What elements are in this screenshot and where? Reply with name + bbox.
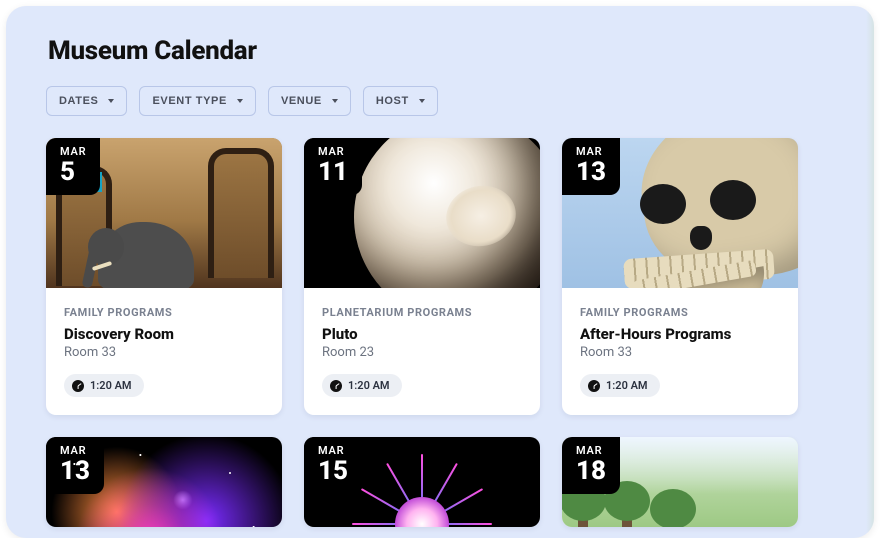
event-time: 1:20 AM: [348, 379, 390, 392]
event-body: FAMILY PROGRAMS After-Hours Programs Roo…: [562, 288, 798, 415]
event-category: PLANETARIUM PROGRAMS: [322, 306, 522, 319]
event-grid: MAR 5 FAMILY PROGRAMS Discovery Room Roo…: [46, 138, 856, 527]
page-title: Museum Calendar: [48, 36, 856, 66]
filter-label: VENUE: [281, 95, 322, 107]
filter-label: DATES: [59, 95, 98, 107]
date-day: 5: [60, 159, 86, 185]
date-day: 15: [318, 458, 348, 484]
event-room: Room 33: [64, 345, 264, 360]
date-badge: MAR 11: [304, 138, 362, 195]
event-image: MAR 15: [304, 437, 540, 527]
filter-row: DATES EVENT TYPE VENUE HOST: [46, 86, 856, 116]
event-card[interactable]: MAR 15: [304, 437, 540, 527]
filter-label: HOST: [376, 95, 409, 107]
event-image: MAR 13: [46, 437, 282, 527]
event-time: 1:20 AM: [606, 379, 648, 392]
event-title: Discovery Room: [64, 325, 264, 343]
filter-label: EVENT TYPE: [152, 95, 226, 107]
date-day: 13: [576, 159, 606, 185]
filter-host[interactable]: HOST: [363, 86, 438, 116]
date-month: MAR: [576, 146, 606, 157]
date-month: MAR: [60, 445, 90, 456]
chevron-down-icon: [237, 99, 243, 103]
event-image: MAR 18: [562, 437, 798, 527]
chevron-down-icon: [332, 99, 338, 103]
date-month: MAR: [318, 445, 348, 456]
clock-icon: [588, 380, 600, 392]
event-room: Room 33: [580, 345, 780, 360]
event-body: PLANETARIUM PROGRAMS Pluto Room 23 1:20 …: [304, 288, 540, 415]
event-image: MAR 11: [304, 138, 540, 288]
date-day: 13: [60, 458, 90, 484]
event-card[interactable]: MAR 5 FAMILY PROGRAMS Discovery Room Roo…: [46, 138, 282, 415]
date-badge: MAR 13: [562, 138, 620, 195]
chevron-down-icon: [108, 99, 114, 103]
event-time-pill: 1:20 AM: [580, 374, 660, 397]
event-category: FAMILY PROGRAMS: [580, 306, 780, 319]
date-month: MAR: [576, 445, 606, 456]
event-card[interactable]: MAR 18: [562, 437, 798, 527]
event-room: Room 23: [322, 345, 522, 360]
event-category: FAMILY PROGRAMS: [64, 306, 264, 319]
clock-icon: [330, 380, 342, 392]
date-badge: MAR 18: [562, 437, 620, 494]
date-badge: MAR 15: [304, 437, 362, 494]
event-image: MAR 5: [46, 138, 282, 288]
event-title: After-Hours Programs: [580, 325, 780, 343]
event-time-pill: 1:20 AM: [322, 374, 402, 397]
filter-event-type[interactable]: EVENT TYPE: [139, 86, 255, 116]
filter-dates[interactable]: DATES: [46, 86, 127, 116]
event-body: FAMILY PROGRAMS Discovery Room Room 33 1…: [46, 288, 282, 415]
chevron-down-icon: [419, 99, 425, 103]
event-time-pill: 1:20 AM: [64, 374, 144, 397]
event-image: MAR 13: [562, 138, 798, 288]
event-card[interactable]: MAR 13 FAMILY PROGRAMS After-Hours Progr…: [562, 138, 798, 415]
event-card[interactable]: MAR 11 PLANETARIUM PROGRAMS Pluto Room 2…: [304, 138, 540, 415]
date-month: MAR: [60, 146, 86, 157]
date-badge: MAR 5: [46, 138, 100, 195]
event-card[interactable]: MAR 13: [46, 437, 282, 527]
date-month: MAR: [318, 146, 348, 157]
event-time: 1:20 AM: [90, 379, 132, 392]
date-day: 18: [576, 458, 606, 484]
date-day: 11: [318, 159, 348, 185]
clock-icon: [72, 380, 84, 392]
calendar-panel: Museum Calendar DATES EVENT TYPE VENUE H…: [6, 6, 874, 538]
filter-venue[interactable]: VENUE: [268, 86, 351, 116]
date-badge: MAR 13: [46, 437, 104, 494]
event-title: Pluto: [322, 325, 522, 343]
